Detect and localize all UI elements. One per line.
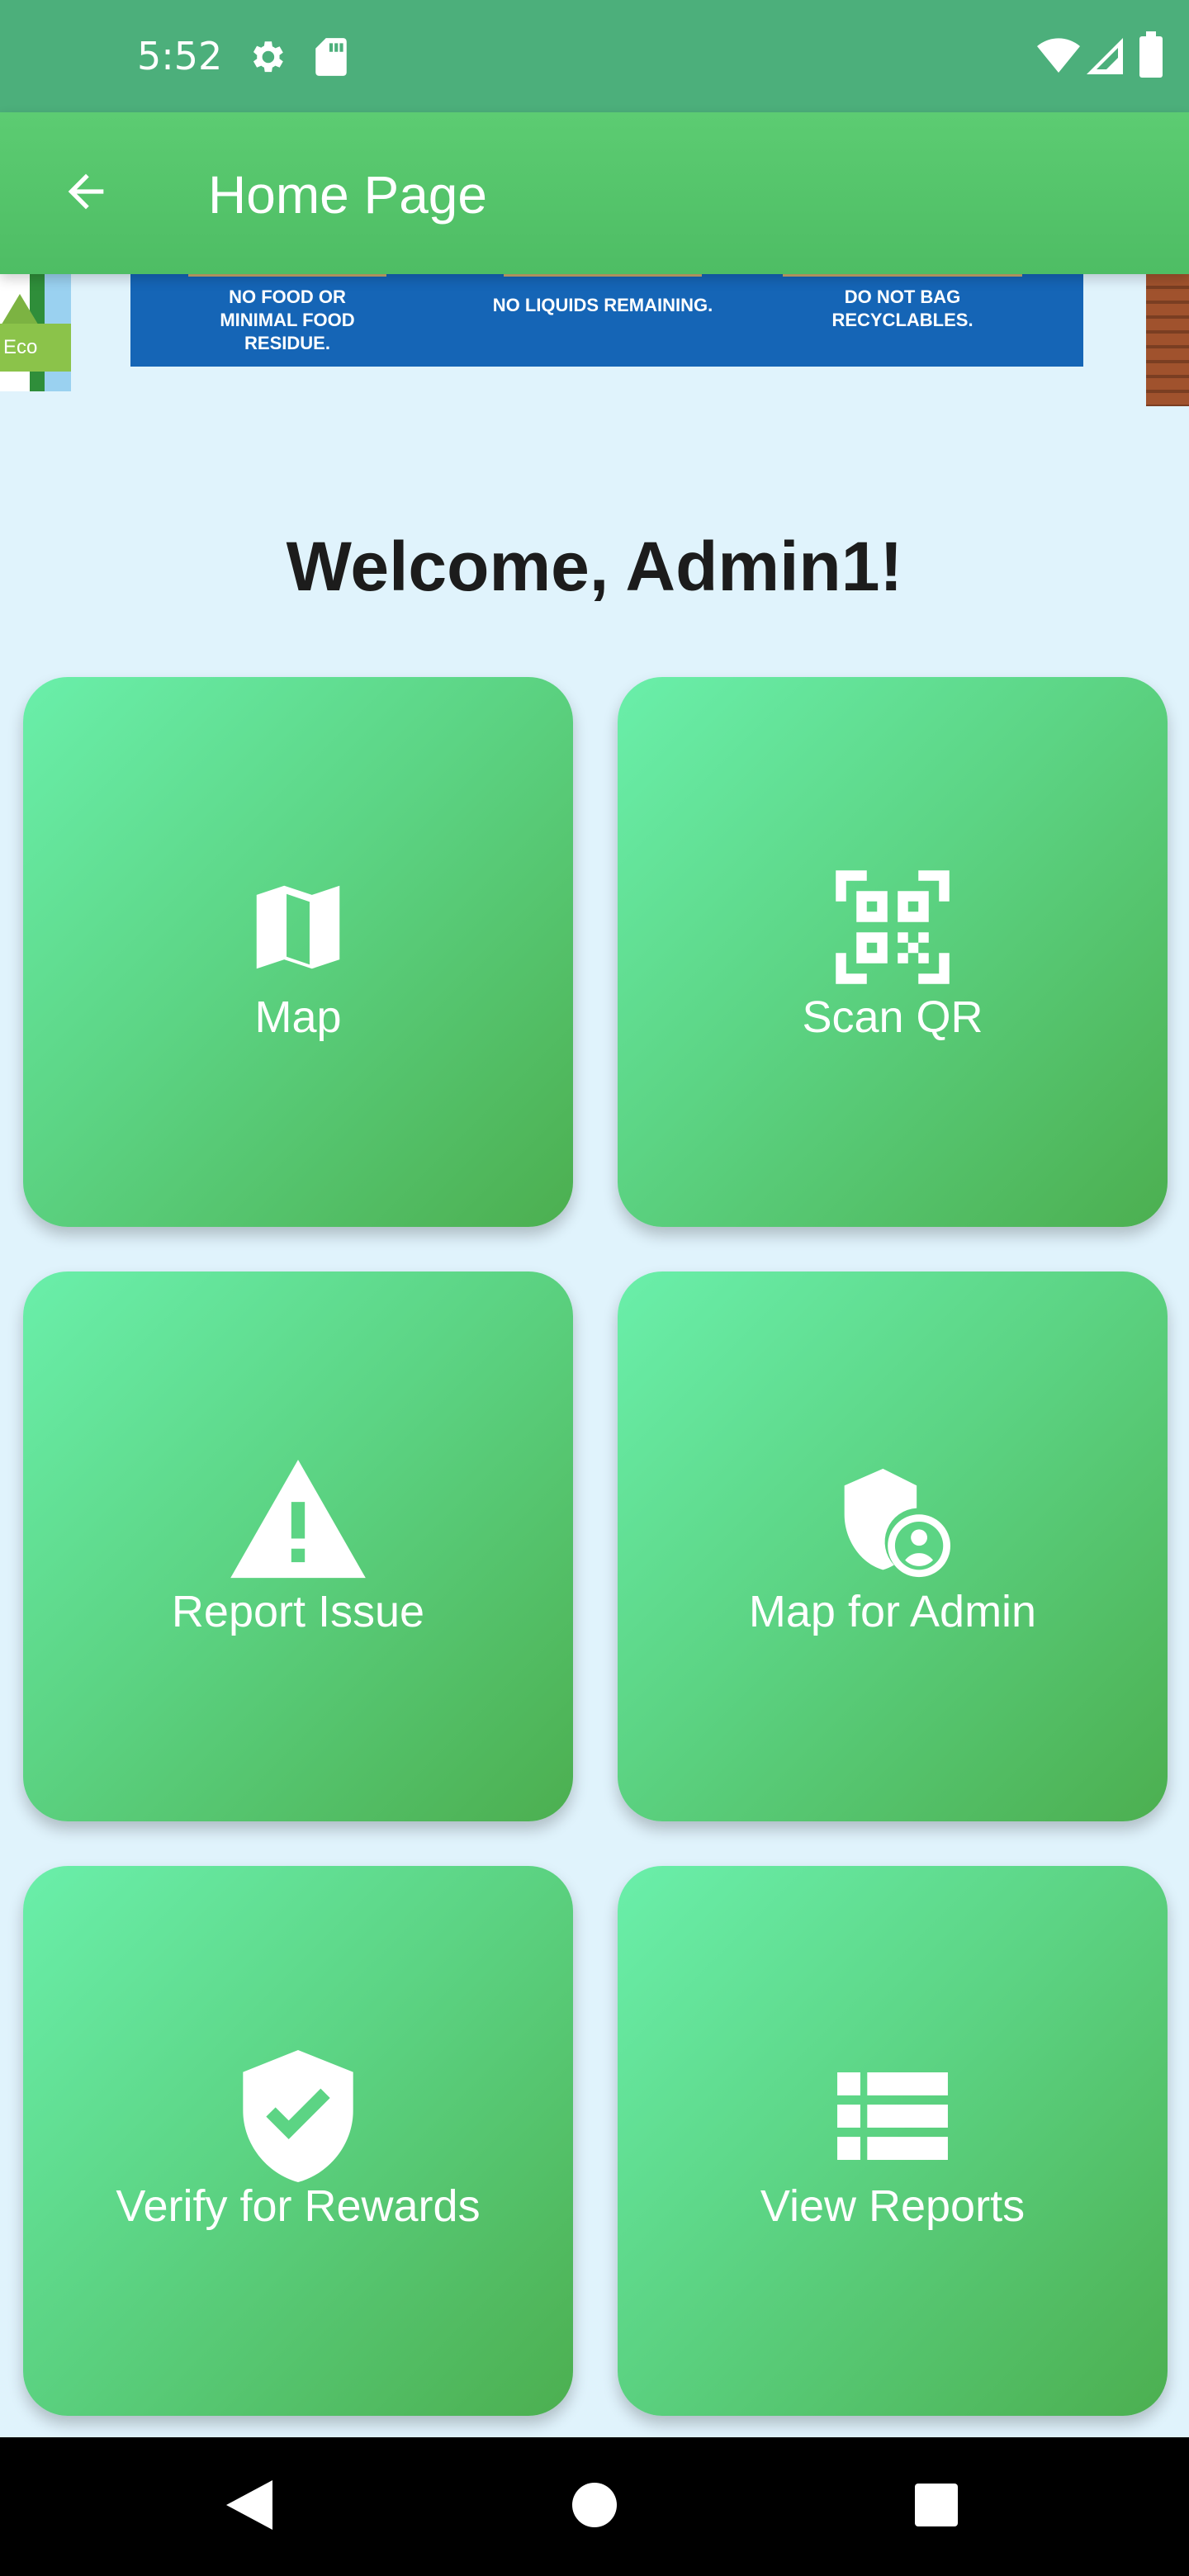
status-time: 5:52 xyxy=(137,34,223,78)
nav-back-button[interactable] xyxy=(200,2437,299,2576)
warning-icon xyxy=(23,1460,573,1584)
app-bar: Home Page xyxy=(0,112,1189,274)
home-circle-icon xyxy=(572,2482,617,2531)
list-icon xyxy=(618,2054,1168,2178)
tile-map[interactable]: Map xyxy=(23,677,573,1227)
banner-column: DO NOT BAG RECYCLABLES. xyxy=(783,274,1022,332)
tile-view-reports[interactable]: View Reports xyxy=(618,1866,1168,2416)
recents-square-icon xyxy=(915,2483,958,2531)
verified-shield-icon xyxy=(23,2050,573,2182)
signal-icon xyxy=(1087,38,1123,78)
banner-text: DO NOT BAG RECYCLABLES. xyxy=(831,286,973,330)
back-button[interactable] xyxy=(46,154,126,233)
qr-code-icon xyxy=(618,865,1168,989)
tile-report-issue[interactable]: Report Issue xyxy=(23,1271,573,1821)
admin-shield-icon xyxy=(618,1460,1168,1584)
banner-carousel[interactable]: Eco NO FOOD OR MINIMAL FOOD RESIDUE. NO … xyxy=(0,274,1189,414)
tile-scan-qr[interactable]: Scan QR xyxy=(618,677,1168,1227)
tile-verify-for-rewards[interactable]: Verify for Rewards xyxy=(23,1866,573,2416)
tile-label: View Reports xyxy=(760,2181,1026,2231)
tree-icon xyxy=(0,294,40,327)
tile-label: Report Issue xyxy=(171,1587,425,1636)
banner-rule xyxy=(188,274,386,277)
tile-label: Map for Admin xyxy=(748,1587,1037,1636)
tile-label: Map xyxy=(254,992,342,1042)
banner-rule xyxy=(504,274,702,277)
back-triangle-icon xyxy=(226,2479,272,2534)
sd-card-icon xyxy=(312,36,350,82)
tile-label: Verify for Rewards xyxy=(116,2181,481,2231)
system-navigation-bar xyxy=(0,2437,1189,2576)
banner-rule xyxy=(783,274,1022,277)
gear-icon xyxy=(246,36,287,82)
tile-label: Scan QR xyxy=(802,992,983,1042)
banner-right-image xyxy=(1146,274,1189,406)
banner-text: NO LIQUIDS REMAINING. xyxy=(492,295,713,315)
banner-column: NO FOOD OR MINIMAL FOOD RESIDUE. xyxy=(188,274,386,355)
recycling-banner: NO FOOD OR MINIMAL FOOD RESIDUE. NO LIQU… xyxy=(130,274,1083,367)
battery-icon xyxy=(1139,31,1163,82)
eco-tag: Eco xyxy=(0,324,71,372)
nav-recents-button[interactable] xyxy=(887,2437,986,2576)
banner-left-image: Eco xyxy=(0,274,71,391)
page-title: Home Page xyxy=(208,165,487,225)
nav-home-button[interactable] xyxy=(545,2437,644,2576)
tile-map-for-admin[interactable]: Map for Admin xyxy=(618,1271,1168,1821)
banner-text: NO FOOD OR MINIMAL FOOD RESIDUE. xyxy=(220,286,355,353)
status-bar: 5:52 xyxy=(0,0,1189,112)
map-icon xyxy=(23,865,573,989)
wifi-icon xyxy=(1037,38,1080,78)
arrow-left-icon xyxy=(59,165,112,222)
banner-column: NO LIQUIDS REMAINING. xyxy=(471,274,735,317)
welcome-heading: Welcome, Admin1! xyxy=(286,528,903,605)
